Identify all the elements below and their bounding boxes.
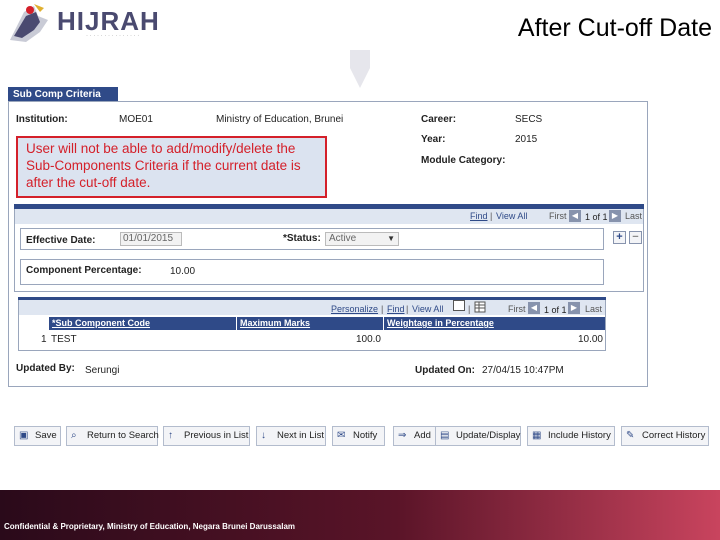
career-value: SECS	[515, 114, 543, 125]
find-link[interactable]: Find	[470, 211, 488, 221]
module-category-label: Module Category:	[421, 155, 506, 166]
status-value: Active	[329, 233, 357, 244]
update-display-icon: ▤	[440, 430, 450, 441]
updated-on-value: 27/04/15 10:47PM	[482, 365, 564, 376]
include-history-button[interactable]: ▦ Include History	[527, 426, 615, 446]
add-button[interactable]: ⇒ Add	[393, 426, 437, 446]
career-label: Career:	[421, 114, 457, 125]
tab-sub-comp-criteria[interactable]: Sub Comp Criteria	[8, 87, 118, 102]
component-pct-label: Component Percentage:	[26, 265, 142, 276]
col-header-sub-component-code[interactable]: *Sub Component Code	[49, 317, 236, 330]
grid-row-count: 1 of 1	[544, 305, 567, 315]
slide-title: After Cut-off Date	[517, 14, 712, 42]
save-icon: ▣	[19, 430, 29, 441]
col-header-weightage[interactable]: Weightage in Percentage	[384, 317, 605, 330]
next-icon: ↓	[261, 430, 266, 441]
notify-button[interactable]: ✉ Notify	[332, 426, 385, 446]
view-all-link[interactable]: View All	[496, 211, 527, 221]
footer-band	[0, 490, 720, 540]
year-label: Year:	[421, 134, 446, 145]
previous-icon: ↑	[168, 430, 173, 441]
effective-date-input[interactable]: 01/01/2015	[120, 232, 182, 246]
logo-tagline: · · · · · · · · · · · · · · ·	[86, 33, 140, 39]
correct-history-button[interactable]: ✎ Correct History	[621, 426, 709, 446]
update-display-button[interactable]: ▤ Update/Display	[435, 426, 521, 446]
personalize-link[interactable]: Personalize	[331, 304, 378, 314]
decorative-arrow-shape	[350, 50, 370, 88]
grid-first-arrow-icon[interactable]: ◀	[528, 302, 540, 314]
footer-text: Confidential & Proprietary, Ministry of …	[4, 522, 296, 531]
table-cell-code: TEST	[51, 334, 77, 345]
institution-code: MOE01	[119, 114, 153, 125]
grid-find-link[interactable]: Find	[387, 304, 405, 314]
row-count: 1 of 1	[585, 212, 608, 222]
last-link[interactable]: Last	[625, 211, 642, 221]
updated-on-label: Updated On:	[415, 365, 475, 376]
component-pct-value: 10.00	[170, 266, 196, 277]
chevron-down-icon: ▼	[387, 234, 395, 243]
last-arrow-icon[interactable]: ▶	[609, 210, 621, 222]
table-row-number: 1	[41, 334, 47, 345]
notify-icon: ✉	[337, 430, 346, 441]
updated-by-value: Serungi	[85, 365, 120, 376]
institution-label: Institution:	[16, 114, 68, 125]
save-button[interactable]: ▣ Save	[14, 426, 61, 446]
previous-in-list-button[interactable]: ↑ Previous in List	[163, 426, 250, 446]
first-arrow-icon[interactable]: ◀	[569, 210, 581, 222]
zoom-icon[interactable]	[453, 300, 465, 311]
year-value: 2015	[515, 134, 538, 145]
table-cell-max-marks: 100.0	[355, 334, 381, 345]
add-row-icon[interactable]: +	[613, 231, 626, 244]
table-cell-weightage: 10.00	[577, 334, 603, 345]
include-history-icon: ▦	[532, 430, 542, 441]
search-icon: ⌕	[71, 430, 77, 441]
next-in-list-button[interactable]: ↓ Next in List	[256, 426, 326, 446]
first-link[interactable]: First	[549, 211, 567, 221]
grid-first-link[interactable]: First	[508, 304, 526, 314]
delete-row-icon[interactable]: −	[629, 231, 642, 244]
download-grid-icon[interactable]	[474, 300, 486, 313]
institution-name: Ministry of Education, Brunei	[216, 114, 344, 125]
cutoff-callout: User will not be able to add/modify/dele…	[16, 136, 327, 198]
return-to-search-button[interactable]: ⌕ Return to Search	[66, 426, 159, 446]
col-header-maximum-marks[interactable]: Maximum Marks	[237, 317, 383, 330]
correct-history-icon: ✎	[626, 430, 635, 441]
grid-last-arrow-icon[interactable]: ▶	[568, 302, 580, 314]
effective-date-label: Effective Date:	[26, 235, 96, 246]
status-select[interactable]: Active ▼	[325, 232, 399, 246]
grid-view-all-link[interactable]: View All	[412, 304, 443, 314]
grid-last-link[interactable]: Last	[585, 304, 602, 314]
add-icon: ⇒	[398, 430, 407, 441]
status-label: *Status:	[283, 233, 321, 244]
hijrah-logo	[4, 2, 54, 48]
updated-by-label: Updated By:	[16, 363, 75, 374]
